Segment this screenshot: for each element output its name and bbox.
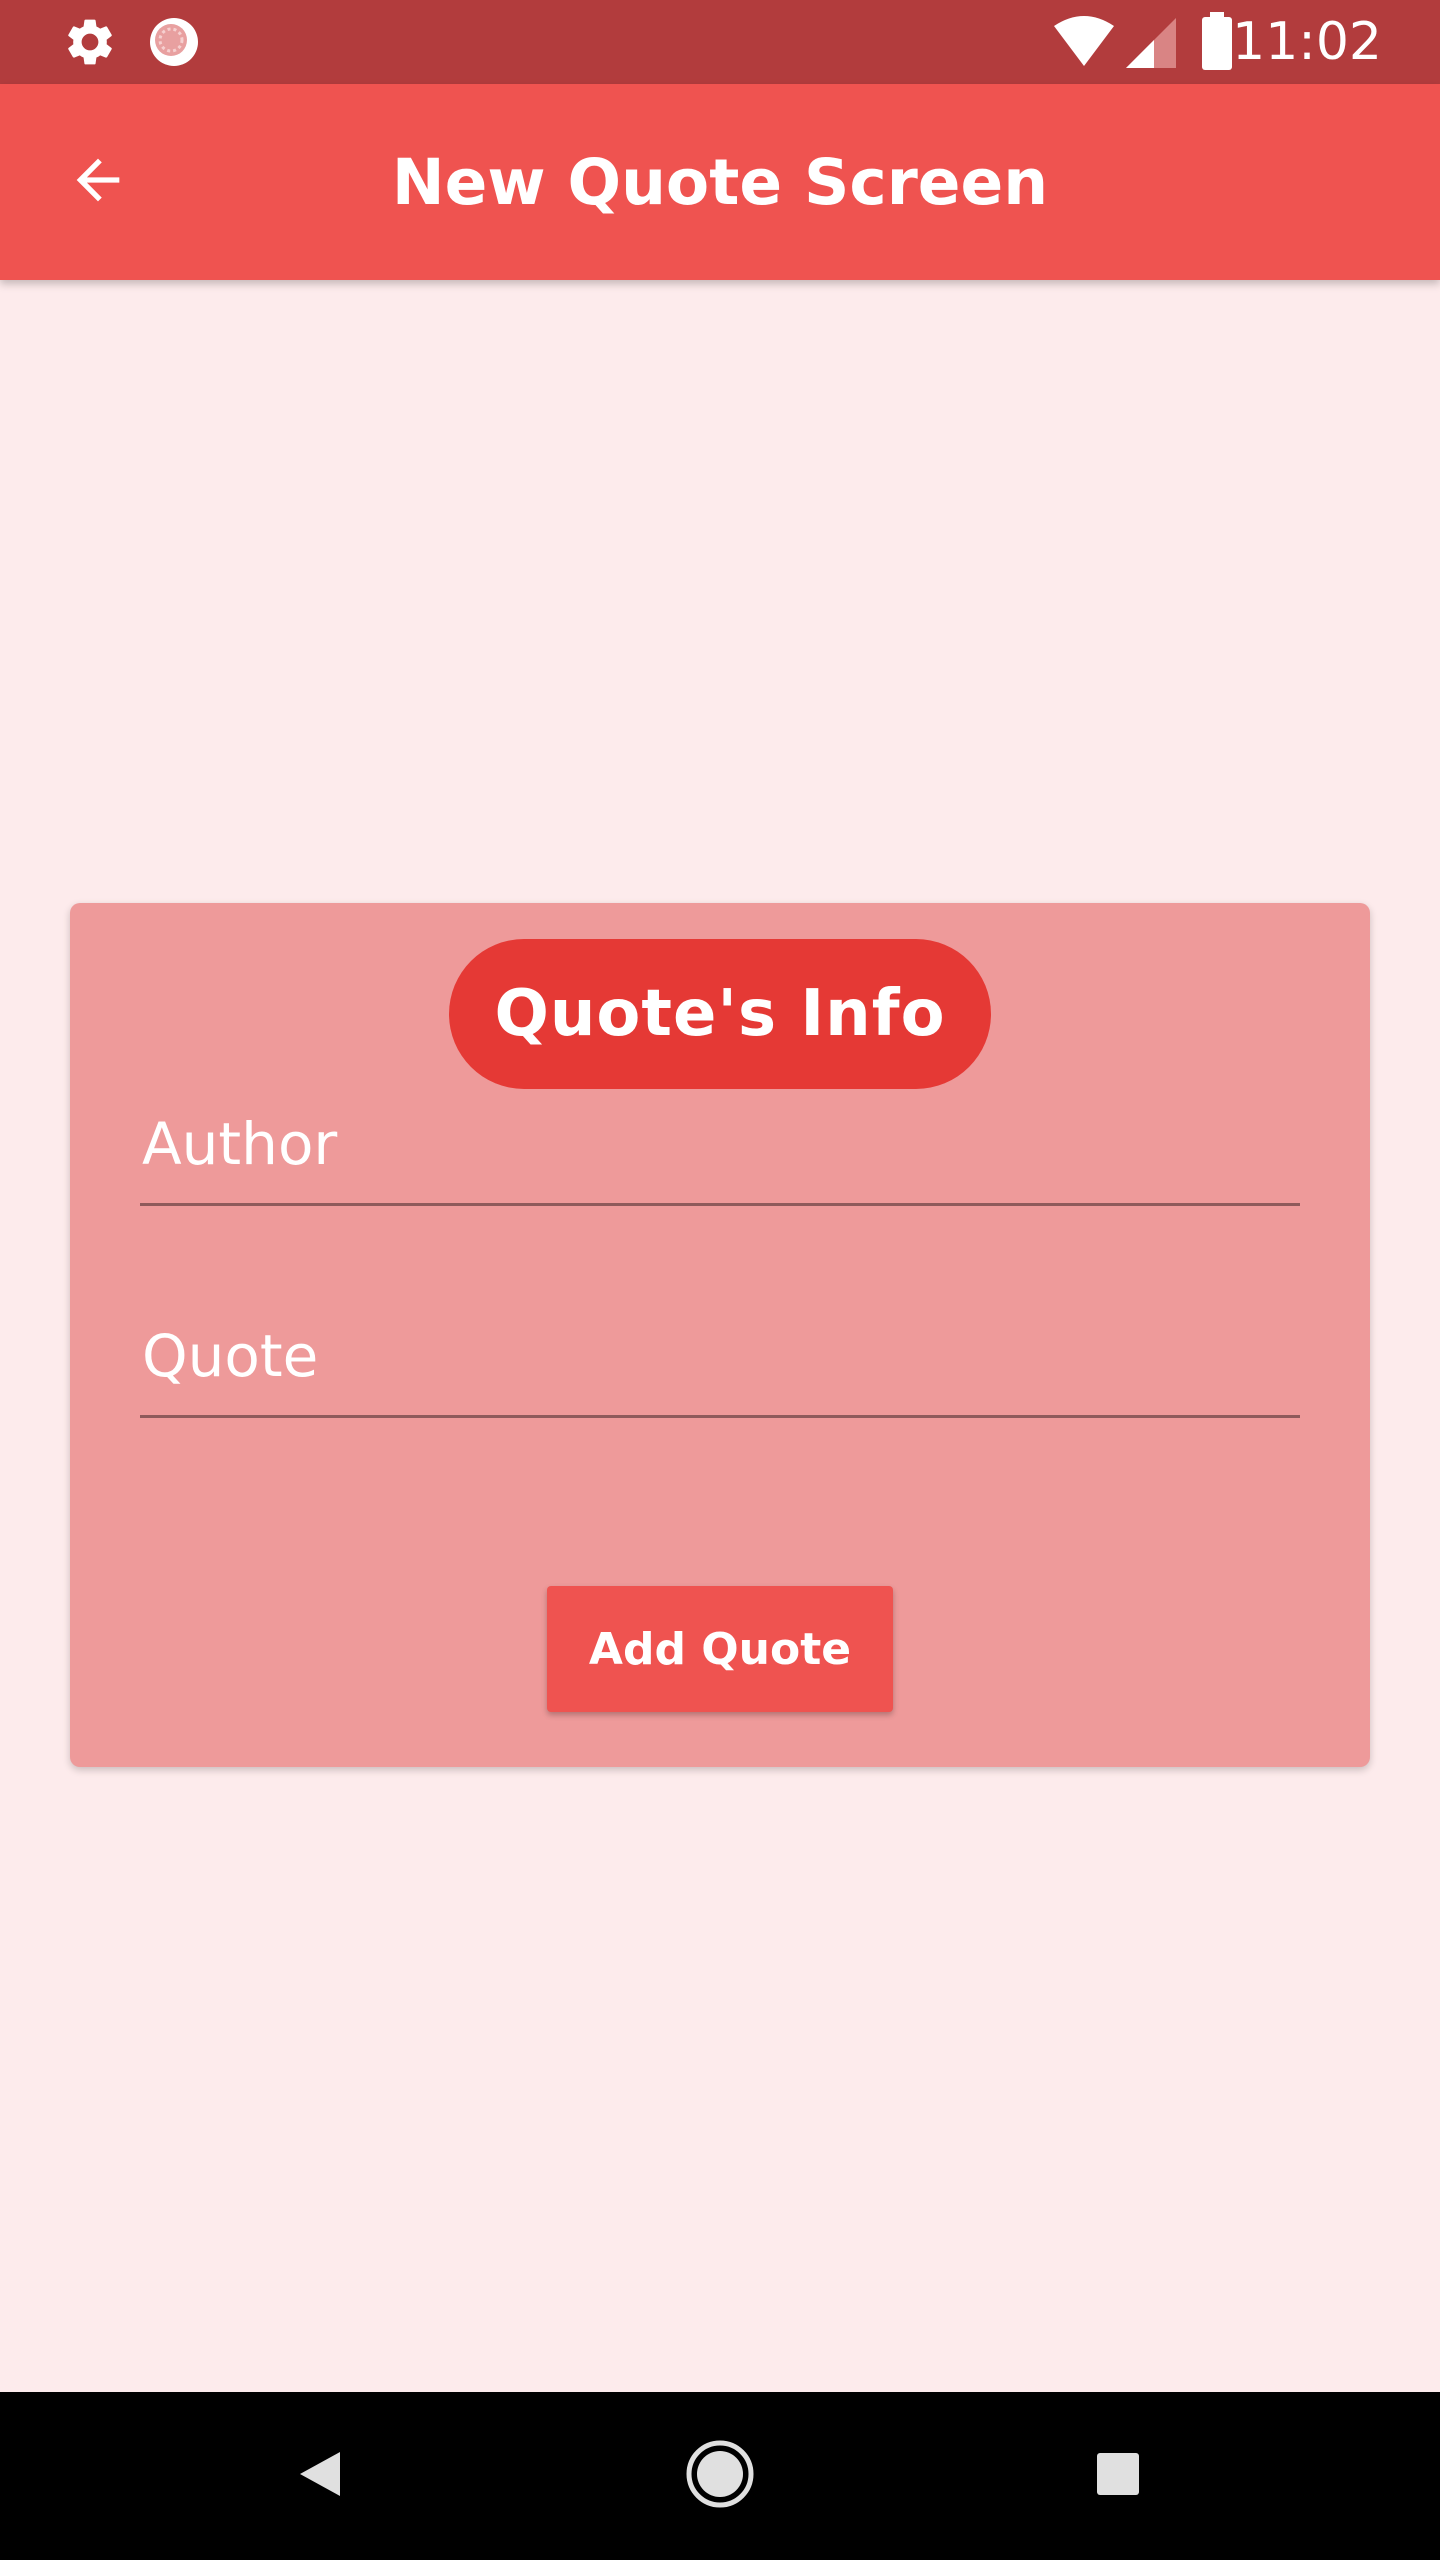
quote-field-label: Quote [142, 1322, 319, 1390]
navigation-bar [0, 2392, 1440, 2560]
sync-icon [146, 14, 202, 70]
status-bar: 11:02 [0, 0, 1440, 84]
nav-back-button[interactable] [270, 2426, 370, 2526]
author-field-label: Author [142, 1110, 338, 1178]
app-bar: New Quote Screen [0, 84, 1440, 280]
arrow-back-icon [66, 148, 130, 216]
gear-icon [62, 14, 118, 70]
wifi-icon [1052, 14, 1116, 70]
signal-icon [1122, 16, 1178, 70]
home-circle-icon [684, 2438, 756, 2514]
back-triangle-icon [296, 2448, 344, 2504]
quote-field[interactable]: Quote [140, 1265, 1300, 1418]
page-title: New Quote Screen [391, 145, 1049, 219]
status-time: 11:02 [1232, 12, 1382, 72]
quote-form-card: Quote's Info Author Quote Add Quote [70, 903, 1370, 1767]
nav-recents-button[interactable] [1068, 2426, 1168, 2526]
nav-home-button[interactable] [670, 2426, 770, 2526]
battery-icon [1200, 12, 1234, 70]
back-button[interactable] [48, 132, 148, 232]
author-field[interactable]: Author [140, 1053, 1300, 1206]
add-quote-button[interactable]: Add Quote [547, 1586, 893, 1712]
recents-square-icon [1095, 2451, 1141, 2501]
